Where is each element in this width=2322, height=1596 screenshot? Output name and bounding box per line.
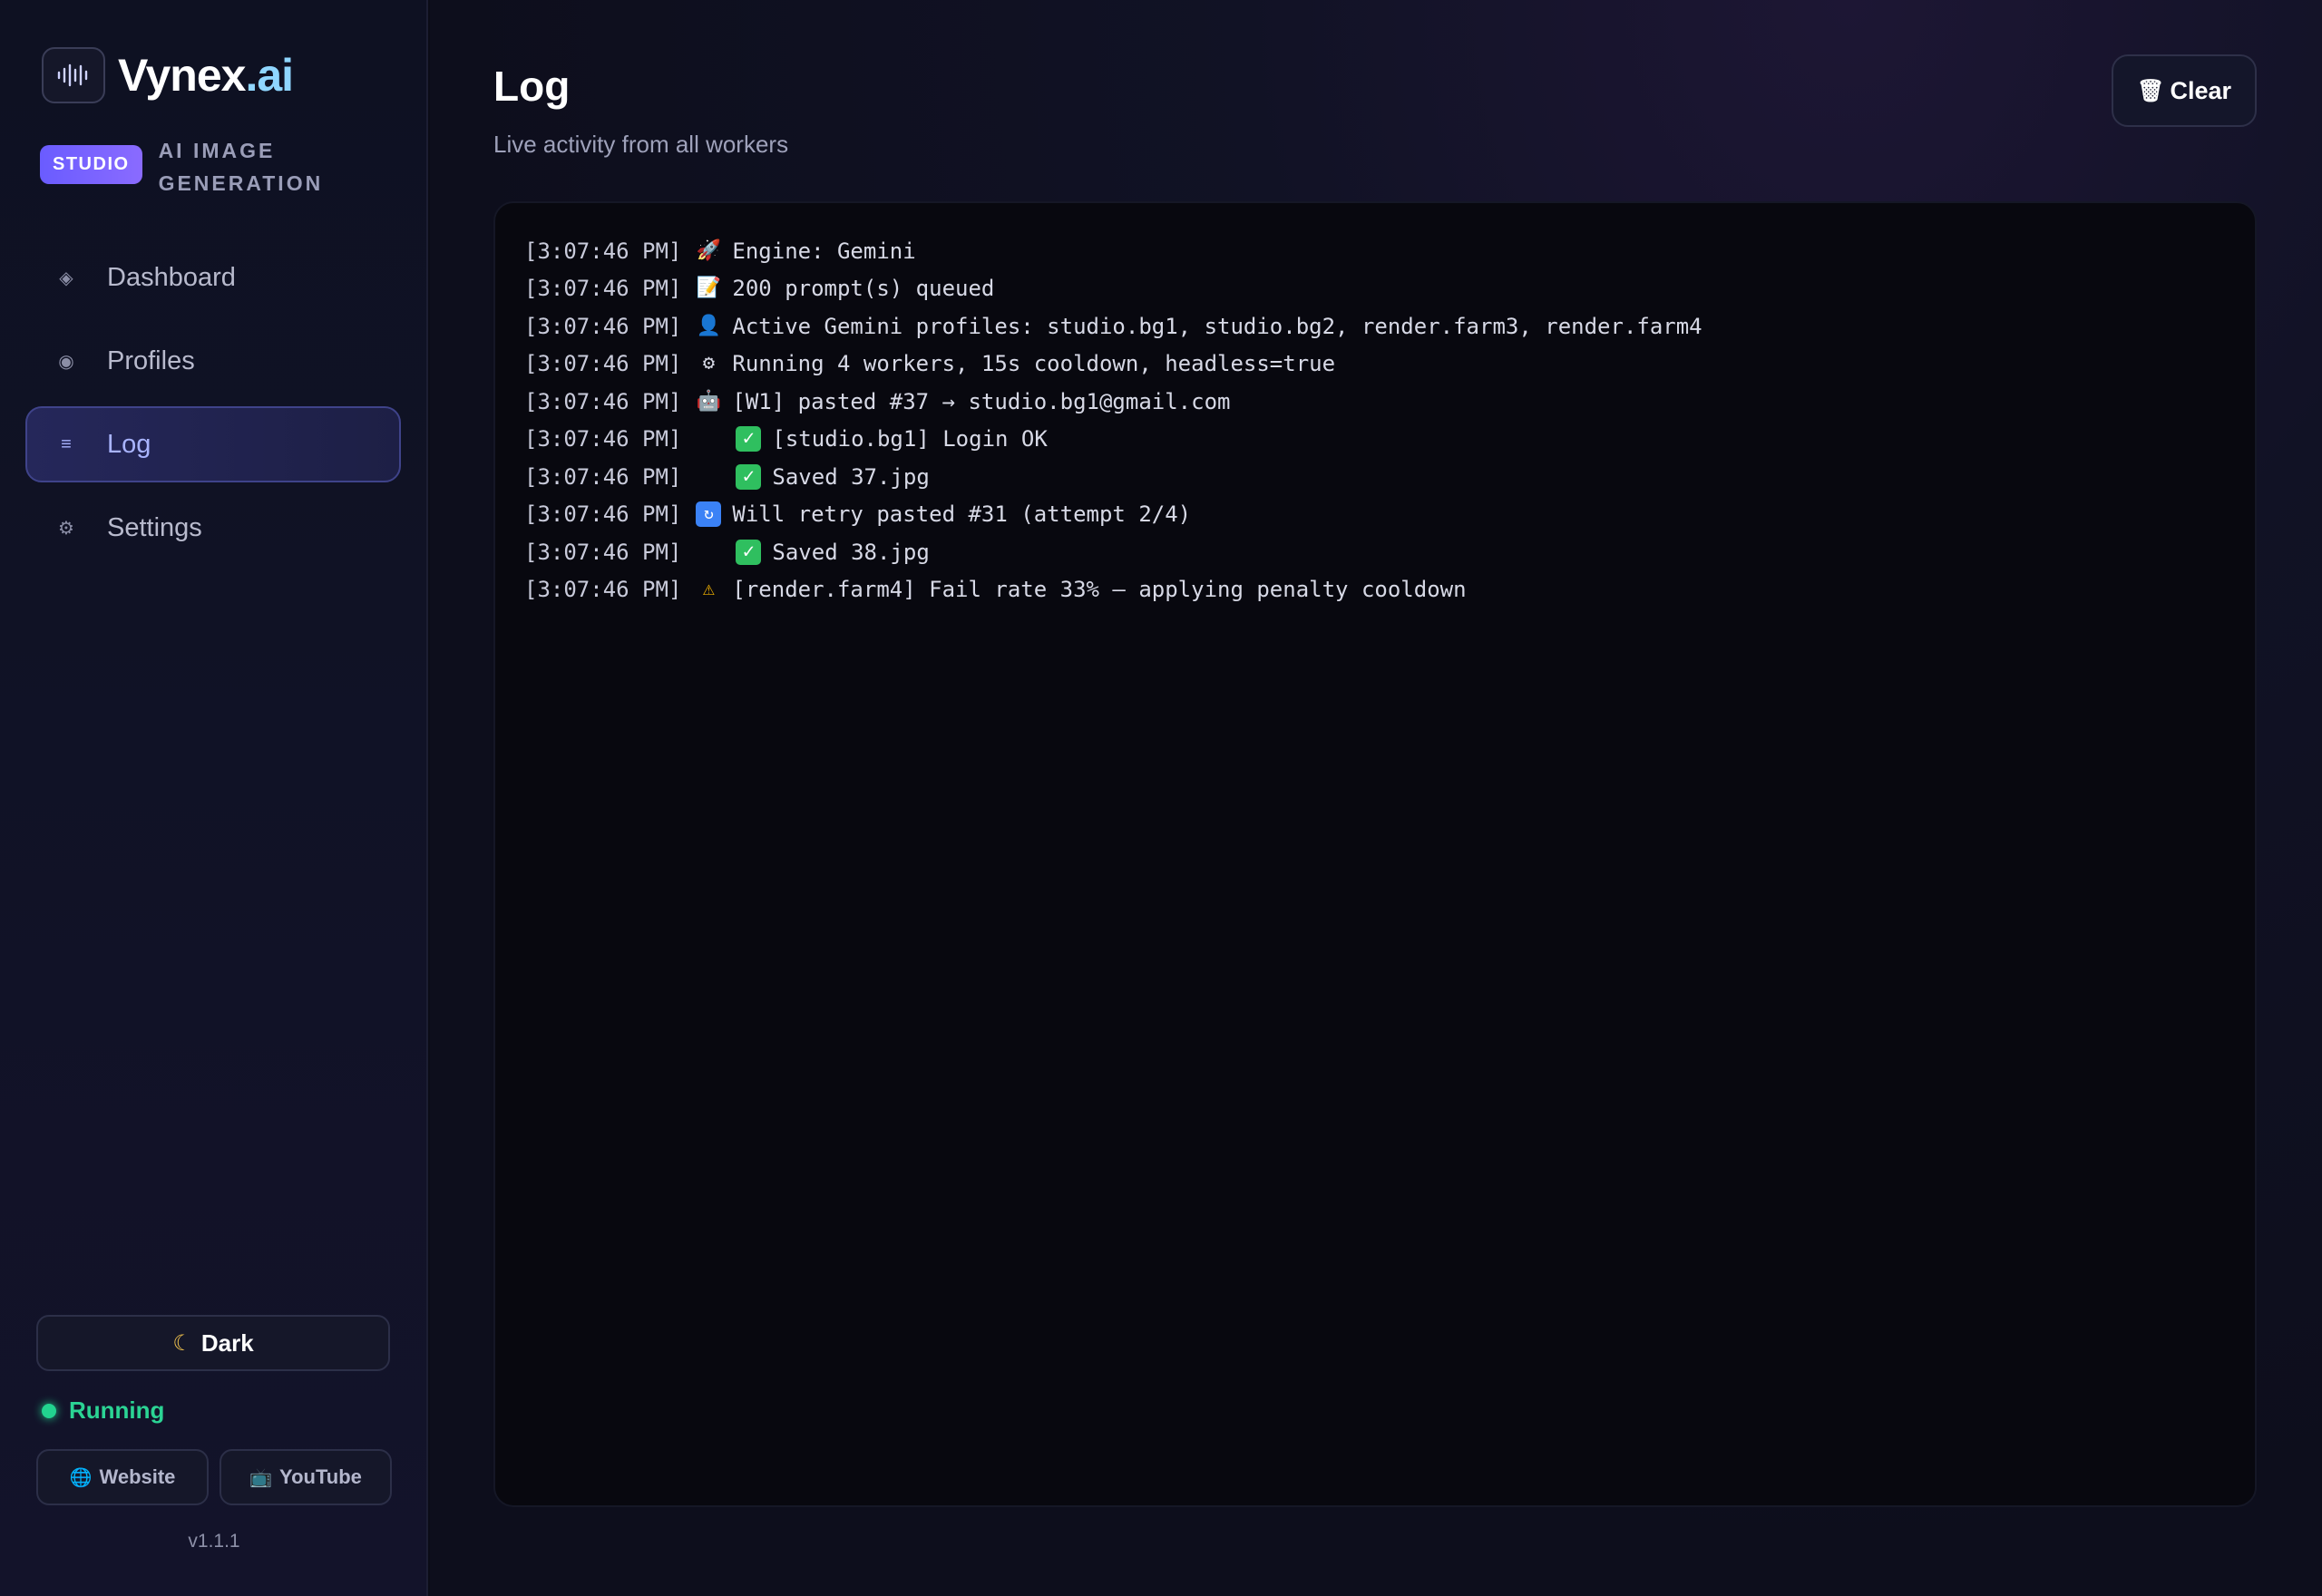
log-message: Active Gemini profiles: studio.bg1, stud… — [732, 313, 1702, 339]
log-message: Saved 37.jpg — [772, 463, 930, 490]
log-message: [render.farm4] Fail rate 33% — applying … — [732, 577, 1467, 603]
brand-name: Vynex.ai — [118, 49, 294, 102]
log-line: [3:07:46 PM] 👤 Active Gemini profiles: stu… — [495, 307, 2255, 345]
robot-icon: 🤖 — [696, 389, 722, 413]
log-line: [3:07:46 PM] ✓ Saved 38.jpg — [495, 533, 2255, 571]
log-message: Saved 38.jpg — [772, 539, 930, 565]
log-timestamp: [3:07:46 PM] — [524, 388, 682, 414]
check-icon: ✓ — [736, 539, 762, 565]
theme-toggle-label: Dark — [200, 1328, 254, 1357]
check-icon: ✓ — [736, 463, 762, 490]
log-line: [3:07:46 PM] 🚀 Engine: Gemini — [495, 232, 2255, 270]
tv-icon: 📺 — [249, 1467, 273, 1488]
log-timestamp: [3:07:46 PM] — [524, 426, 682, 453]
log-timestamp: [3:07:46 PM] — [524, 313, 682, 339]
log-timestamp: [3:07:46 PM] — [524, 501, 682, 528]
log-message: [W1] pasted #37 → studio.bg1@gmail.com — [732, 388, 1231, 414]
youtube-link-button[interactable]: 📺 YouTube — [220, 1449, 392, 1505]
brand-tagline-line-2: GENERATION — [158, 171, 324, 195]
sidebar-item-label: Log — [107, 429, 151, 459]
version-label: v1.1.1 — [188, 1531, 240, 1552]
main-content: Log Live activity from all workers 🗑 Cle… — [430, 0, 2322, 1596]
log-timestamp: [3:07:46 PM] — [524, 276, 682, 302]
sidebar-item-label: Profiles — [107, 345, 195, 375]
app-window: Vynex.ai STUDIO AI IMAGE GENERATION ◈ Da… — [0, 0, 2322, 1596]
sidebar-nav: ◈ Dashboard ◉ Profiles ≡ Log ⚙ Settings — [25, 239, 401, 573]
clear-log-label: Clear — [2170, 76, 2231, 104]
user-icon: 👤 — [696, 314, 722, 337]
theme-toggle-button[interactable]: ☾ Dark — [36, 1315, 390, 1371]
sidebar-item-label: Dashboard — [107, 262, 236, 292]
log-timestamp: [3:07:46 PM] — [524, 539, 682, 565]
gear-icon: ⚙ — [58, 518, 74, 539]
log-timestamp: [3:07:46 PM] — [524, 351, 682, 377]
log-message: Running 4 workers, 15s cooldown, headles… — [732, 351, 1336, 377]
status-label: Running — [69, 1396, 165, 1424]
gear-icon: ⚙ — [702, 352, 716, 375]
sidebar-item-dashboard[interactable]: ◈ Dashboard — [25, 239, 401, 316]
log-timestamp: [3:07:46 PM] — [524, 238, 682, 264]
external-links: 🌐 Website 📺 YouTube — [36, 1449, 403, 1505]
log-message: [studio.bg1] Login OK — [772, 426, 1048, 453]
list-icon: ≡ — [61, 433, 72, 454]
log-line: [3:07:46 PM] ↻ Will retry pasted #31 (atte… — [495, 496, 2255, 534]
page-title: Log — [493, 63, 571, 110]
log-message: 200 prompt(s) queued — [732, 276, 995, 302]
log-line: [3:07:46 PM] ⚙ Running 4 workers, 15s cool… — [495, 345, 2255, 384]
circle-icon: ◉ — [58, 351, 74, 372]
log-message: Engine: Gemini — [732, 238, 916, 264]
brand-name-accent: .ai — [245, 50, 294, 101]
studio-badge: STUDIO — [40, 145, 142, 184]
log-timestamp: [3:07:46 PM] — [524, 463, 682, 490]
waveform-logo-icon — [42, 47, 105, 103]
log-line: [3:07:46 PM] ✓ Saved 37.jpg — [495, 458, 2255, 496]
website-link-button[interactable]: 🌐 Website — [36, 1449, 209, 1505]
warning-icon: ⚠ — [702, 578, 716, 601]
brand-tagline-line-1: AI IMAGE — [158, 139, 276, 162]
sidebar: Vynex.ai STUDIO AI IMAGE GENERATION ◈ Da… — [0, 0, 428, 1596]
status-indicator: Running — [42, 1396, 164, 1425]
sidebar-item-profiles[interactable]: ◉ Profiles — [25, 323, 401, 399]
sidebar-item-settings[interactable]: ⚙ Settings — [25, 490, 401, 566]
log-console[interactable]: [3:07:46 PM] 🚀 Engine: Gemini [3:07:46 PM]… — [493, 201, 2257, 1507]
check-icon: ✓ — [736, 426, 762, 453]
memo-icon: 📝 — [696, 277, 722, 300]
log-message: Will retry pasted #31 (attempt 2/4) — [732, 501, 1192, 528]
website-link-label: Website — [99, 1465, 176, 1488]
brand-tagline: AI IMAGE GENERATION — [159, 134, 340, 200]
log-line: [3:07:46 PM] 🤖 [W1] pasted #37 → studio.bg… — [495, 383, 2255, 421]
brand[interactable]: Vynex.ai — [42, 47, 294, 103]
status-dot-icon — [42, 1403, 56, 1418]
sidebar-item-label: Settings — [107, 512, 202, 542]
sidebar-item-log[interactable]: ≡ Log — [25, 406, 401, 482]
page-subtitle: Live activity from all workers — [493, 131, 789, 158]
rocket-icon: 🚀 — [696, 238, 722, 262]
log-line: [3:07:46 PM] ⚠ [render.farm4] Fail rate 33… — [495, 571, 2255, 609]
trash-icon: 🗑 — [2136, 78, 2165, 103]
log-line: [3:07:46 PM] 📝 200 prompt(s) queued — [495, 270, 2255, 308]
log-line: [3:07:46 PM] ✓ [studio.bg1] Login OK — [495, 421, 2255, 459]
globe-icon: 🌐 — [69, 1467, 93, 1488]
youtube-link-label: YouTube — [279, 1465, 362, 1488]
log-timestamp: [3:07:46 PM] — [524, 577, 682, 603]
clear-log-button[interactable]: 🗑 Clear — [2112, 54, 2257, 127]
brand-name-main: Vynex — [118, 50, 246, 101]
moon-icon: ☾ — [172, 1330, 192, 1356]
brand-tag-row: STUDIO AI IMAGE GENERATION — [40, 134, 340, 200]
diamond-icon: ◈ — [59, 268, 73, 288]
retry-icon: ↻ — [696, 501, 722, 528]
